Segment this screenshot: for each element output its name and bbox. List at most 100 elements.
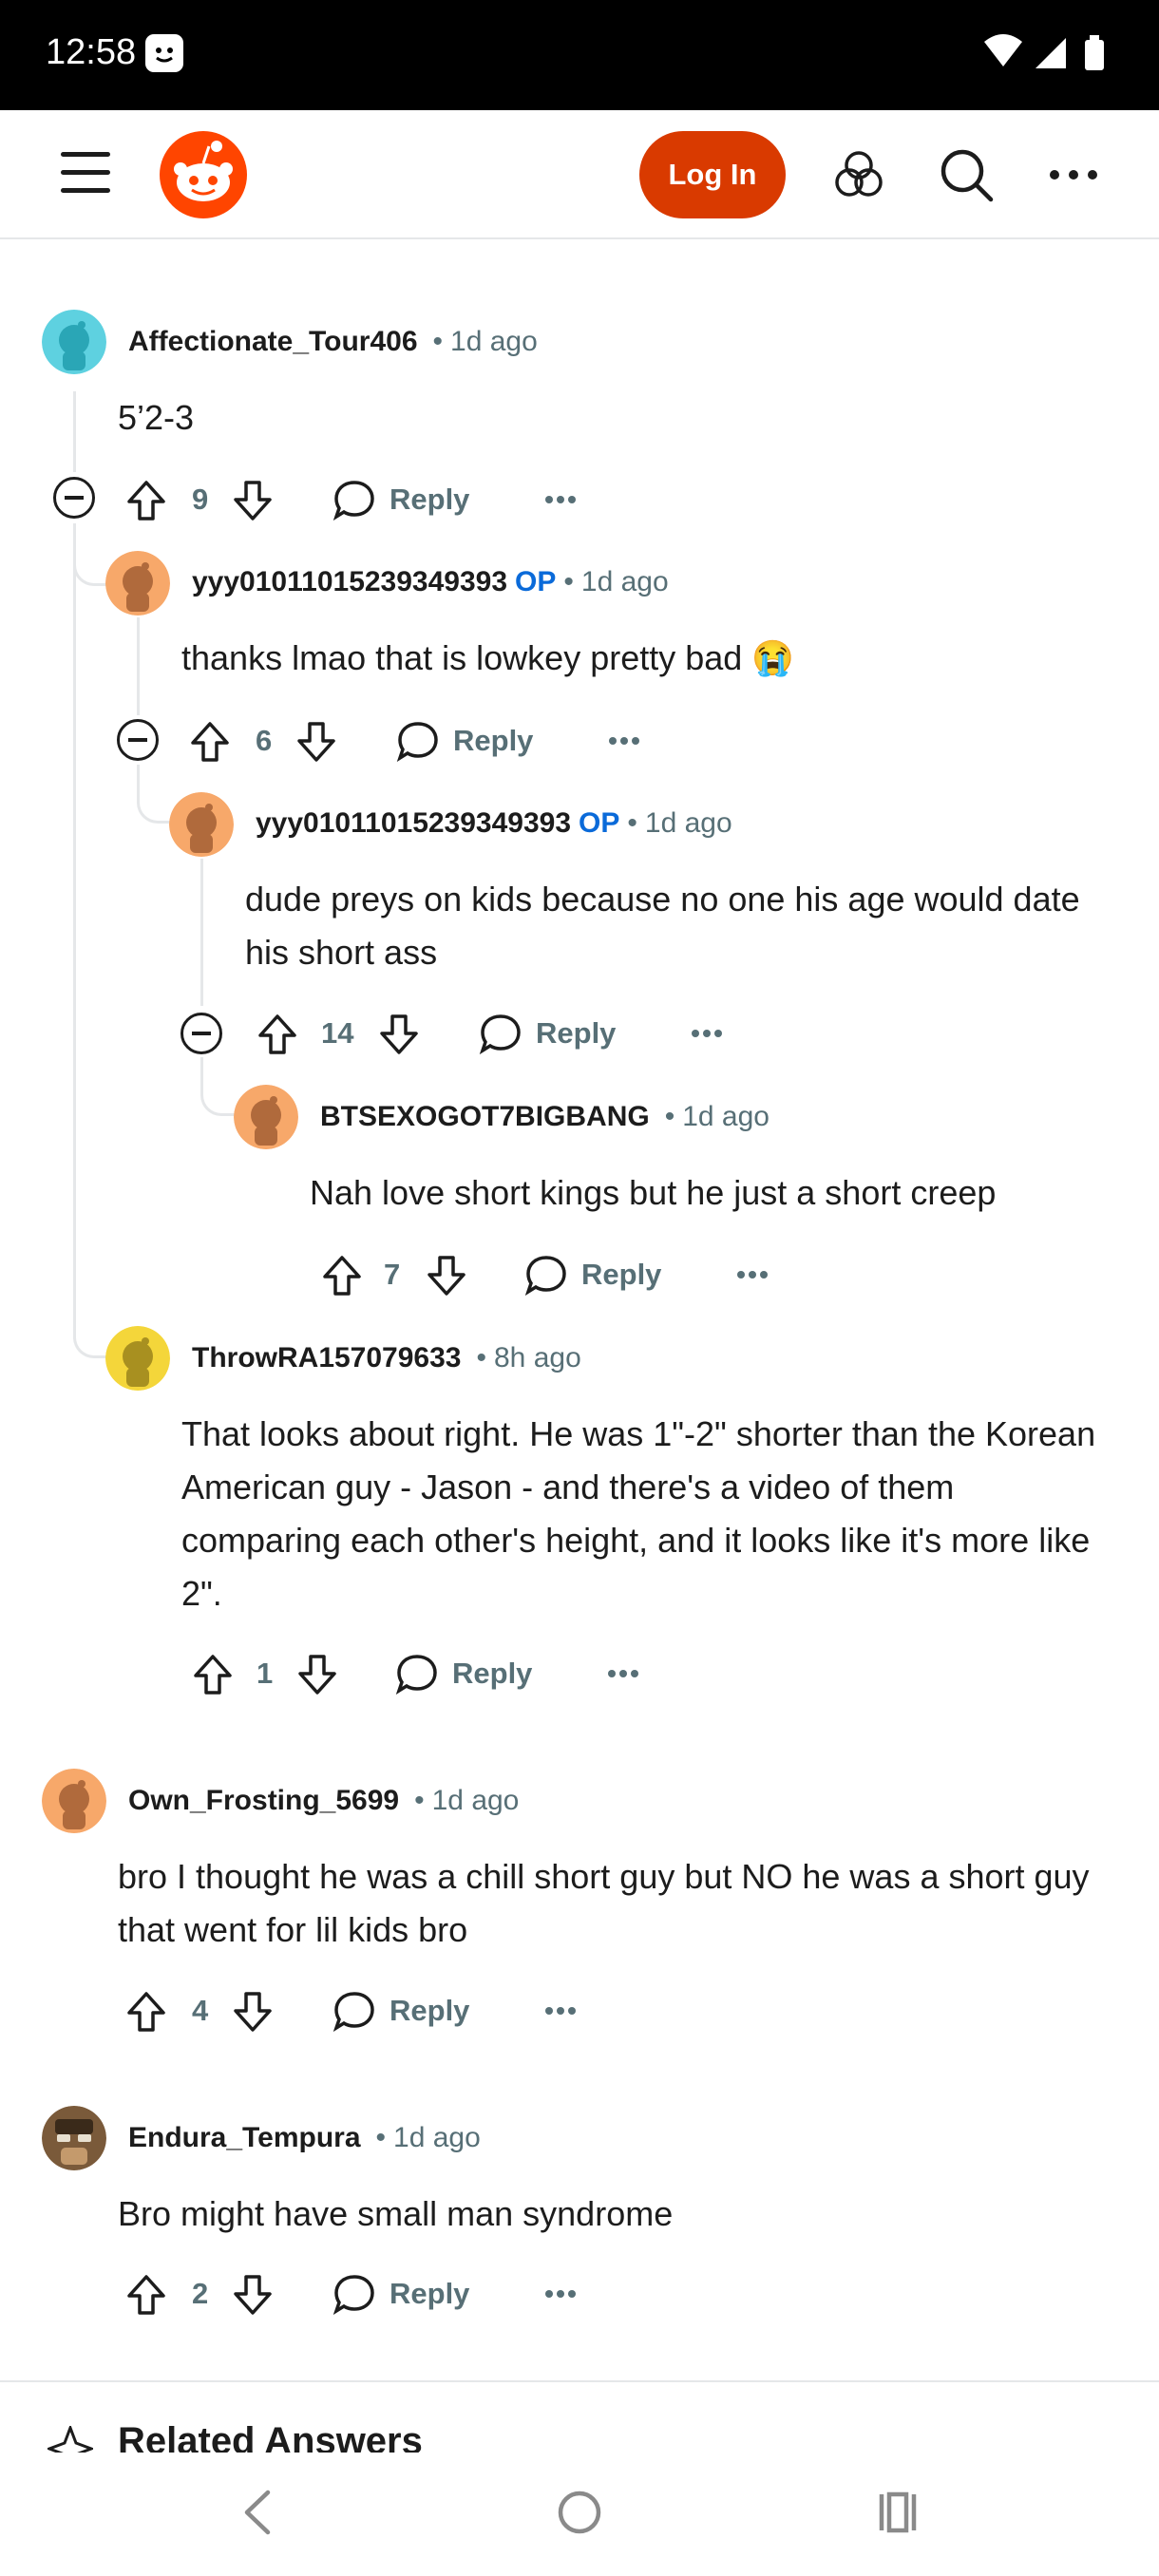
reply-label: Reply	[453, 724, 534, 757]
comment-icon	[524, 1256, 566, 1296]
downvote-icon[interactable]	[424, 1246, 469, 1303]
comment-body: Nah love short kings but he just a short…	[310, 1173, 997, 1212]
reply-button[interactable]: Reply	[395, 1645, 547, 1702]
comment-actions: 2 Reply	[124, 2265, 598, 2322]
username-link[interactable]: BTSEXOGOT7BIGBANG	[320, 1101, 650, 1132]
upvote-icon[interactable]	[124, 1982, 169, 2039]
sparkle-icon	[48, 2426, 93, 2454]
upvote-icon[interactable]	[187, 712, 233, 769]
comment-body: dude preys on kids because no one his ag…	[245, 880, 1080, 972]
separator-dot: •	[476, 1342, 486, 1373]
more-icon[interactable]	[542, 471, 580, 528]
collapse-thread-button[interactable]	[53, 477, 95, 519]
status-icons	[982, 32, 1115, 79]
comment-meta: BTSEXOGOT7BIGBANG • 1d ago	[320, 1098, 770, 1136]
downvote-icon[interactable]	[230, 471, 276, 528]
signal-icon	[1036, 38, 1066, 68]
avatar[interactable]	[169, 792, 234, 857]
reply-button[interactable]: Reply	[396, 712, 548, 769]
downvote-icon[interactable]	[230, 1982, 276, 2039]
username-link[interactable]: Own_Frosting_5699	[128, 1785, 399, 1816]
username-link[interactable]: yyy01011015239349393	[192, 566, 507, 597]
thread-connector	[200, 1057, 237, 1116]
comment-icon	[332, 481, 374, 521]
vote-count: 7	[384, 1258, 401, 1291]
more-icon[interactable]	[688, 1005, 726, 1062]
reply-label: Reply	[390, 2277, 470, 2310]
thread-connector	[73, 523, 109, 586]
upvote-icon[interactable]	[124, 471, 169, 528]
username-link[interactable]: ThrowRA157079633	[192, 1342, 461, 1373]
op-badge: OP	[579, 807, 620, 839]
more-icon[interactable]	[605, 712, 643, 769]
comment-meta: Affectionate_Tour406 • 1d ago	[128, 323, 538, 361]
thread-line	[137, 617, 140, 715]
related-answers-header[interactable]: Related Answers	[48, 2420, 1112, 2454]
search-icon[interactable]	[938, 146, 995, 203]
more-icon[interactable]	[542, 2265, 580, 2322]
comment-meta: ThrowRA157079633 • 8h ago	[192, 1339, 581, 1377]
reply-button[interactable]: Reply	[332, 1982, 484, 2039]
comment-actions: 4 Reply	[124, 1982, 598, 2039]
op-badge: OP	[515, 566, 557, 597]
collapse-thread-button[interactable]	[180, 1013, 222, 1054]
reply-label: Reply	[536, 1016, 617, 1050]
timestamp: 1d ago	[580, 566, 669, 597]
avatar[interactable]	[234, 1085, 298, 1149]
avatar[interactable]	[42, 2106, 106, 2170]
timestamp: 1d ago	[682, 1101, 770, 1132]
recents-icon[interactable]	[874, 2489, 922, 2541]
username-link[interactable]: yyy01011015239349393	[256, 807, 571, 839]
more-icon[interactable]	[604, 1645, 642, 1702]
home-icon[interactable]	[556, 2489, 603, 2541]
section-divider	[0, 2380, 1159, 2382]
advertise-icon[interactable]	[830, 146, 887, 203]
comment-actions: 14 Reply	[255, 1005, 749, 1062]
comment-meta: Endura_Tempura • 1d ago	[128, 2119, 481, 2157]
separator-dot: •	[432, 326, 444, 357]
upvote-icon[interactable]	[255, 1005, 300, 1062]
collapse-thread-button[interactable]	[117, 719, 159, 761]
reply-button[interactable]: Reply	[332, 2265, 484, 2322]
comment-actions: 9 Reply	[124, 471, 598, 528]
separator-dot: •	[664, 1101, 675, 1132]
more-icon[interactable]	[542, 1982, 580, 2039]
comment-body: Bro might have small man syndrome	[118, 2194, 674, 2233]
comment-actions: 7 Reply	[319, 1246, 794, 1303]
downvote-icon[interactable]	[294, 712, 339, 769]
menu-icon[interactable]	[61, 152, 110, 194]
timestamp: 1d ago	[393, 2122, 481, 2153]
downvote-icon[interactable]	[376, 1005, 422, 1062]
avatar[interactable]	[42, 1769, 106, 1833]
thread-line	[73, 391, 76, 472]
upvote-icon[interactable]	[124, 2265, 169, 2322]
avatar[interactable]	[105, 551, 170, 616]
comment-meta: yyy01011015239349393 OP • 1d ago	[192, 563, 669, 601]
comment-body: thanks lmao that is lowkey pretty bad 😭	[181, 638, 795, 677]
reddit-logo-icon[interactable]	[160, 131, 247, 218]
comment-icon	[395, 1655, 437, 1695]
more-options-icon[interactable]	[1045, 146, 1102, 203]
downvote-icon[interactable]	[294, 1645, 340, 1702]
back-icon[interactable]	[238, 2489, 279, 2541]
comment-actions: 1 Reply	[190, 1645, 665, 1702]
username-link[interactable]: Endura_Tempura	[128, 2122, 361, 2153]
timestamp: 1d ago	[431, 1785, 520, 1816]
avatar[interactable]	[105, 1326, 170, 1391]
separator-dot: •	[375, 2122, 387, 2153]
downvote-icon[interactable]	[230, 2265, 276, 2322]
related-answers-title: Related Answers	[118, 2420, 423, 2454]
username-link[interactable]: Affectionate_Tour406	[128, 326, 418, 357]
upvote-icon[interactable]	[190, 1645, 236, 1702]
separator-dot: •	[563, 566, 574, 597]
reply-button[interactable]: Reply	[332, 471, 484, 528]
thread-connector	[137, 765, 173, 824]
comment-actions: 6 Reply	[187, 712, 662, 769]
more-icon[interactable]	[733, 1246, 771, 1303]
upvote-icon[interactable]	[319, 1246, 365, 1303]
reply-button[interactable]: Reply	[479, 1005, 631, 1062]
comment-icon	[332, 2275, 374, 2315]
reply-button[interactable]: Reply	[524, 1246, 676, 1303]
login-button[interactable]: Log In	[639, 131, 786, 218]
avatar[interactable]	[42, 310, 106, 374]
